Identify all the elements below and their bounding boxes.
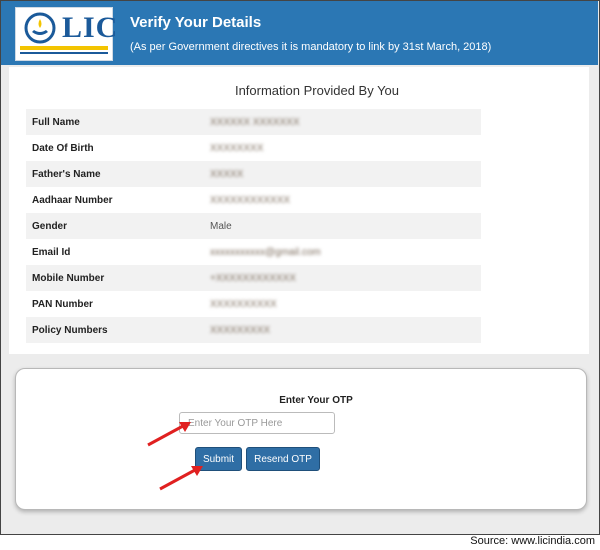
page-subtitle: (As per Government directives it is mand… bbox=[130, 41, 492, 53]
row-label: Date Of Birth bbox=[32, 142, 94, 154]
row-value: XXXXXXXXXXXX bbox=[210, 194, 291, 206]
row-value: XXXXXXXX bbox=[210, 142, 264, 154]
row-value: XXXXXX XXXXXXX bbox=[210, 116, 300, 128]
logo-english-strip bbox=[20, 52, 108, 54]
row-value: +XXXXXXXXXXXX bbox=[210, 272, 296, 284]
row-label: Email Id bbox=[32, 246, 71, 258]
row-label: Aadhaar Number bbox=[32, 194, 113, 206]
row-label: Gender bbox=[32, 220, 68, 232]
table-row: Date Of Birth XXXXXXXX bbox=[26, 135, 481, 161]
arrow-to-submit-icon bbox=[159, 466, 203, 491]
lamp-emblem-icon bbox=[24, 12, 56, 44]
info-panel: Information Provided By You Full Name XX… bbox=[9, 67, 589, 354]
logo-hindi-strip bbox=[20, 46, 108, 50]
row-value: XXXXXXXXX bbox=[210, 324, 271, 336]
row-label: Policy Numbers bbox=[32, 324, 108, 336]
otp-input[interactable] bbox=[179, 412, 335, 434]
header-bar: LIC Verify Your Details (As per Governme… bbox=[1, 1, 598, 65]
arrow-to-input-icon bbox=[147, 422, 191, 447]
table-row: PAN Number XXXXXXXXXX bbox=[26, 291, 481, 317]
row-value: Male bbox=[210, 220, 232, 232]
row-label: Mobile Number bbox=[32, 272, 105, 284]
table-row: Father's Name XXXXX bbox=[26, 161, 481, 187]
otp-title: Enter Your OTP bbox=[279, 395, 353, 406]
table-row: Gender Male bbox=[26, 213, 481, 239]
table-row: Email Id xxxxxxxxxxx@gmail.com bbox=[26, 239, 481, 265]
row-value: xxxxxxxxxxx@gmail.com bbox=[210, 246, 321, 258]
lic-logo: LIC bbox=[15, 7, 117, 61]
row-label: Full Name bbox=[32, 116, 80, 128]
row-label: Father's Name bbox=[32, 168, 101, 180]
logo-text: LIC bbox=[62, 11, 119, 44]
table-row: Full Name XXXXXX XXXXXXX bbox=[26, 109, 481, 135]
row-value: XXXXXXXXXX bbox=[210, 298, 277, 310]
table-row: Mobile Number +XXXXXXXXXXXX bbox=[26, 265, 481, 291]
row-value: XXXXX bbox=[210, 168, 244, 180]
info-title: Information Provided By You bbox=[234, 83, 400, 98]
row-label: PAN Number bbox=[32, 298, 93, 310]
page-title: Verify Your Details bbox=[130, 14, 262, 31]
info-table: Full Name XXXXXX XXXXXXX Date Of Birth X… bbox=[26, 109, 481, 343]
otp-card: Enter Your OTP Submit Resend OTP bbox=[15, 368, 587, 510]
table-row: Policy Numbers XXXXXXXXX bbox=[26, 317, 481, 343]
table-row: Aadhaar Number XXXXXXXXXXXX bbox=[26, 187, 481, 213]
resend-otp-button[interactable]: Resend OTP bbox=[246, 447, 320, 471]
source-caption: Source: www.licindia.com bbox=[470, 535, 595, 547]
